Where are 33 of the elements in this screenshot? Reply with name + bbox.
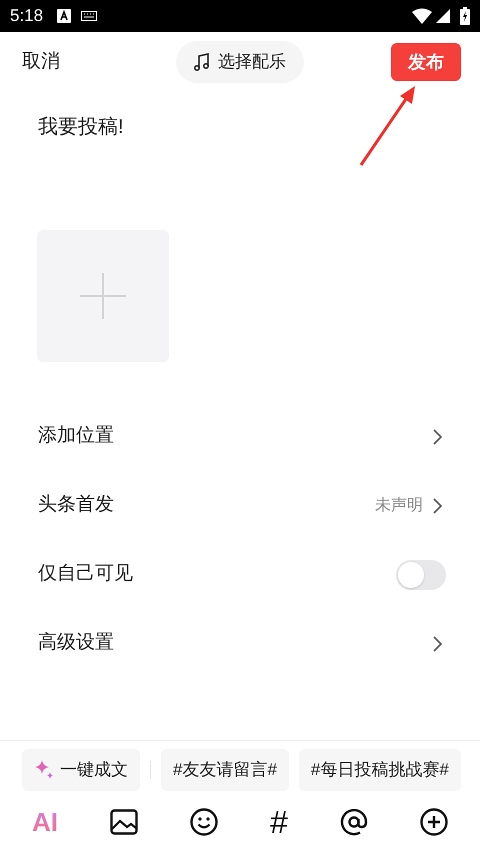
settings-row[interactable]: 高级设置 [0, 609, 480, 678]
row-label: 仅自己可见 [38, 562, 134, 586]
publish-button[interactable]: 发布 [391, 43, 461, 81]
wifi-icon [412, 8, 432, 24]
status-time: 5:18 [10, 5, 44, 28]
image-icon[interactable] [110, 809, 138, 835]
music-button[interactable]: 选择配乐 [176, 41, 304, 83]
settings-row[interactable]: 头条首发 未声明 [0, 471, 480, 540]
row-value: 未声明 [375, 496, 423, 516]
settings-row[interactable]: 添加位置 [0, 402, 480, 471]
topic-chip[interactable]: #每日投稿挑战赛# [298, 749, 461, 791]
settings-row[interactable]: 仅自己可见 [0, 540, 480, 609]
row-label: 添加位置 [38, 424, 115, 448]
row-label: 高级设置 [38, 631, 115, 656]
battery-icon [460, 7, 470, 25]
smiley-icon[interactable] [190, 808, 218, 836]
chevron-icon [433, 428, 442, 444]
toggle-switch[interactable] [396, 560, 446, 590]
music-note-icon [194, 53, 210, 71]
cancel-button[interactable]: 取消 [22, 48, 142, 76]
signal-icon [436, 9, 450, 23]
chevron-icon [433, 498, 442, 514]
chevron-icon [433, 636, 442, 652]
font-icon [57, 9, 72, 23]
add-icon[interactable] [420, 808, 448, 836]
ai-write-button[interactable]: 一键成文 [22, 749, 140, 791]
row-label: 头条首发 [38, 493, 115, 518]
plus-icon [80, 273, 126, 319]
at-icon[interactable] [340, 808, 368, 836]
topic-button[interactable]: # [270, 798, 288, 846]
post-text[interactable]: 我要投稿! [38, 116, 124, 138]
keyboard-icon [81, 11, 98, 21]
topic-chip[interactable]: #友友请留言# [161, 749, 289, 791]
